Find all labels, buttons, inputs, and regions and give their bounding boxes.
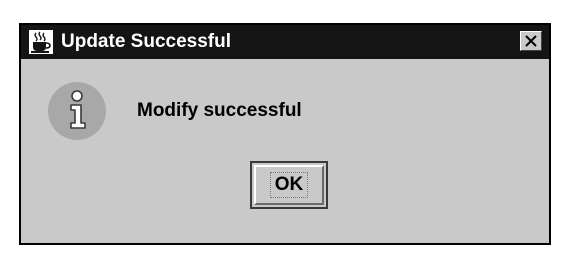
- close-icon: [525, 35, 537, 47]
- ok-button-label: OK: [269, 172, 309, 198]
- title-bar[interactable]: Update Successful: [21, 25, 549, 59]
- information-icon: [47, 81, 107, 141]
- ok-button[interactable]: OK: [254, 165, 324, 205]
- java-coffee-cup-icon: [29, 30, 53, 54]
- ok-button-focus-frame: OK: [250, 161, 328, 209]
- message-text: Modify successful: [137, 100, 302, 121]
- dialog-title: Update Successful: [61, 31, 231, 52]
- close-button[interactable]: [520, 31, 542, 51]
- dialog-window: Update Successful Modify successful OK: [19, 23, 551, 245]
